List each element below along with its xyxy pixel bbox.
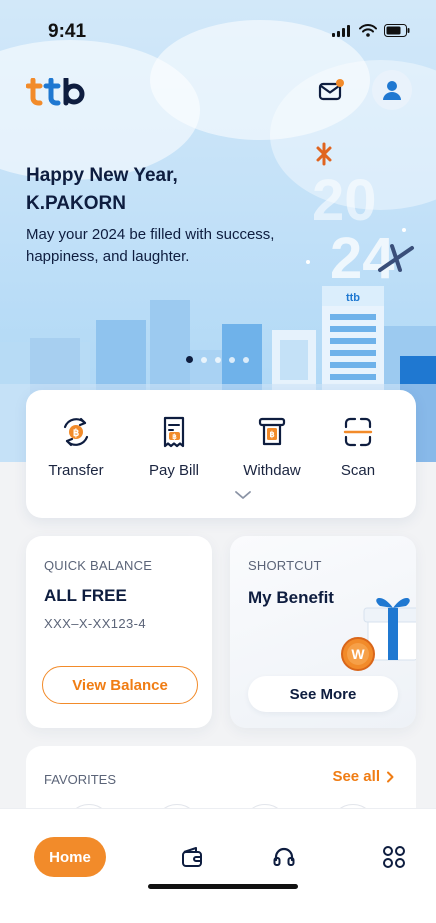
- quick-actions-card: ฿ Transfer ฿ Pay Bill ฿ Withdaw Scan: [26, 390, 416, 518]
- banner-pagination[interactable]: [186, 356, 249, 363]
- coin-label: W: [351, 646, 365, 662]
- chevron-right-icon: [387, 771, 394, 782]
- see-all-link[interactable]: See all: [332, 768, 394, 785]
- see-all-label: See all: [332, 768, 380, 785]
- nav-support[interactable]: [270, 843, 298, 871]
- bill-icon: ฿: [163, 416, 185, 448]
- greeting-line: Happy New Year,: [26, 165, 178, 186]
- building-brand: ttb: [346, 292, 360, 304]
- banner-message: May your 2024 be filled with success, ha…: [26, 226, 275, 265]
- pay-bill-action[interactable]: ฿ Pay Bill: [134, 414, 214, 479]
- svg-text:฿: ฿: [73, 428, 79, 439]
- transfer-action[interactable]: ฿ Transfer: [36, 414, 116, 479]
- support-icon: [273, 847, 295, 866]
- pagination-dot[interactable]: [201, 356, 207, 363]
- transfer-icon: ฿: [63, 417, 89, 447]
- pagination-dot[interactable]: [215, 356, 221, 363]
- ttb-logo: [26, 78, 85, 106]
- pagination-dot[interactable]: [243, 356, 249, 363]
- shortcut-card[interactable]: SHORTCUT My Benefit W See More: [230, 536, 416, 728]
- chevron-down-icon[interactable]: [234, 490, 252, 500]
- withdraw-label: Withdaw: [243, 462, 301, 479]
- pagination-dot[interactable]: [229, 356, 235, 363]
- scan-action[interactable]: Scan: [318, 414, 398, 479]
- wifi-icon: [359, 24, 377, 37]
- signal-icon: [332, 24, 350, 37]
- account-name: ALL FREE: [44, 586, 127, 605]
- wallet-icon: [182, 847, 202, 867]
- scan-icon: [343, 417, 373, 447]
- year-top: 20: [312, 168, 377, 233]
- view-balance-button[interactable]: View Balance: [42, 666, 198, 704]
- home-indicator[interactable]: [148, 884, 298, 889]
- bottom-navigation: Home: [0, 808, 436, 923]
- bird-icon: [316, 142, 332, 166]
- customer-name: K.PAKORN: [26, 193, 126, 214]
- nav-menu[interactable]: [380, 843, 408, 871]
- nav-wallet[interactable]: [178, 843, 206, 871]
- quick-balance-caption: QUICK BALANCE: [44, 558, 153, 573]
- withdraw-icon: ฿: [258, 417, 286, 446]
- gift-box-illustration: W: [341, 597, 416, 671]
- status-icons: [332, 24, 410, 37]
- banner-greeting: Happy New Year, K.PAKORN: [26, 162, 326, 218]
- menu-grid-icon: [383, 846, 405, 868]
- battery-icon: [384, 24, 410, 37]
- user-icon: [383, 81, 401, 100]
- favorites-caption: FAVORITES: [44, 772, 116, 787]
- scan-label: Scan: [340, 462, 376, 479]
- shortcut-title: My Benefit: [248, 588, 334, 607]
- year-2024-art: 20 24: [306, 142, 414, 290]
- see-more-button[interactable]: See More: [248, 676, 398, 712]
- svg-text:฿: ฿: [269, 430, 274, 439]
- status-time: 9:41: [48, 21, 87, 42]
- quick-balance-card: QUICK BALANCE ALL FREE XXX–X-XX123-4 Vie…: [26, 536, 212, 728]
- profile-button[interactable]: [372, 70, 412, 110]
- mail-icon: [318, 79, 344, 101]
- transfer-label: Transfer: [48, 462, 104, 479]
- pay-bill-label: Pay Bill: [148, 462, 200, 479]
- account-number: XXX–X-XX123-4: [44, 616, 147, 631]
- shortcut-caption: SHORTCUT: [248, 558, 322, 573]
- withdraw-action[interactable]: ฿ Withdaw: [232, 414, 312, 479]
- inbox-button[interactable]: [314, 74, 348, 108]
- pagination-dot[interactable]: [186, 356, 193, 363]
- status-bar: 9:41: [0, 0, 436, 62]
- nav-home[interactable]: Home: [34, 837, 106, 877]
- svg-text:฿: ฿: [172, 433, 177, 441]
- notification-dot: [336, 79, 344, 87]
